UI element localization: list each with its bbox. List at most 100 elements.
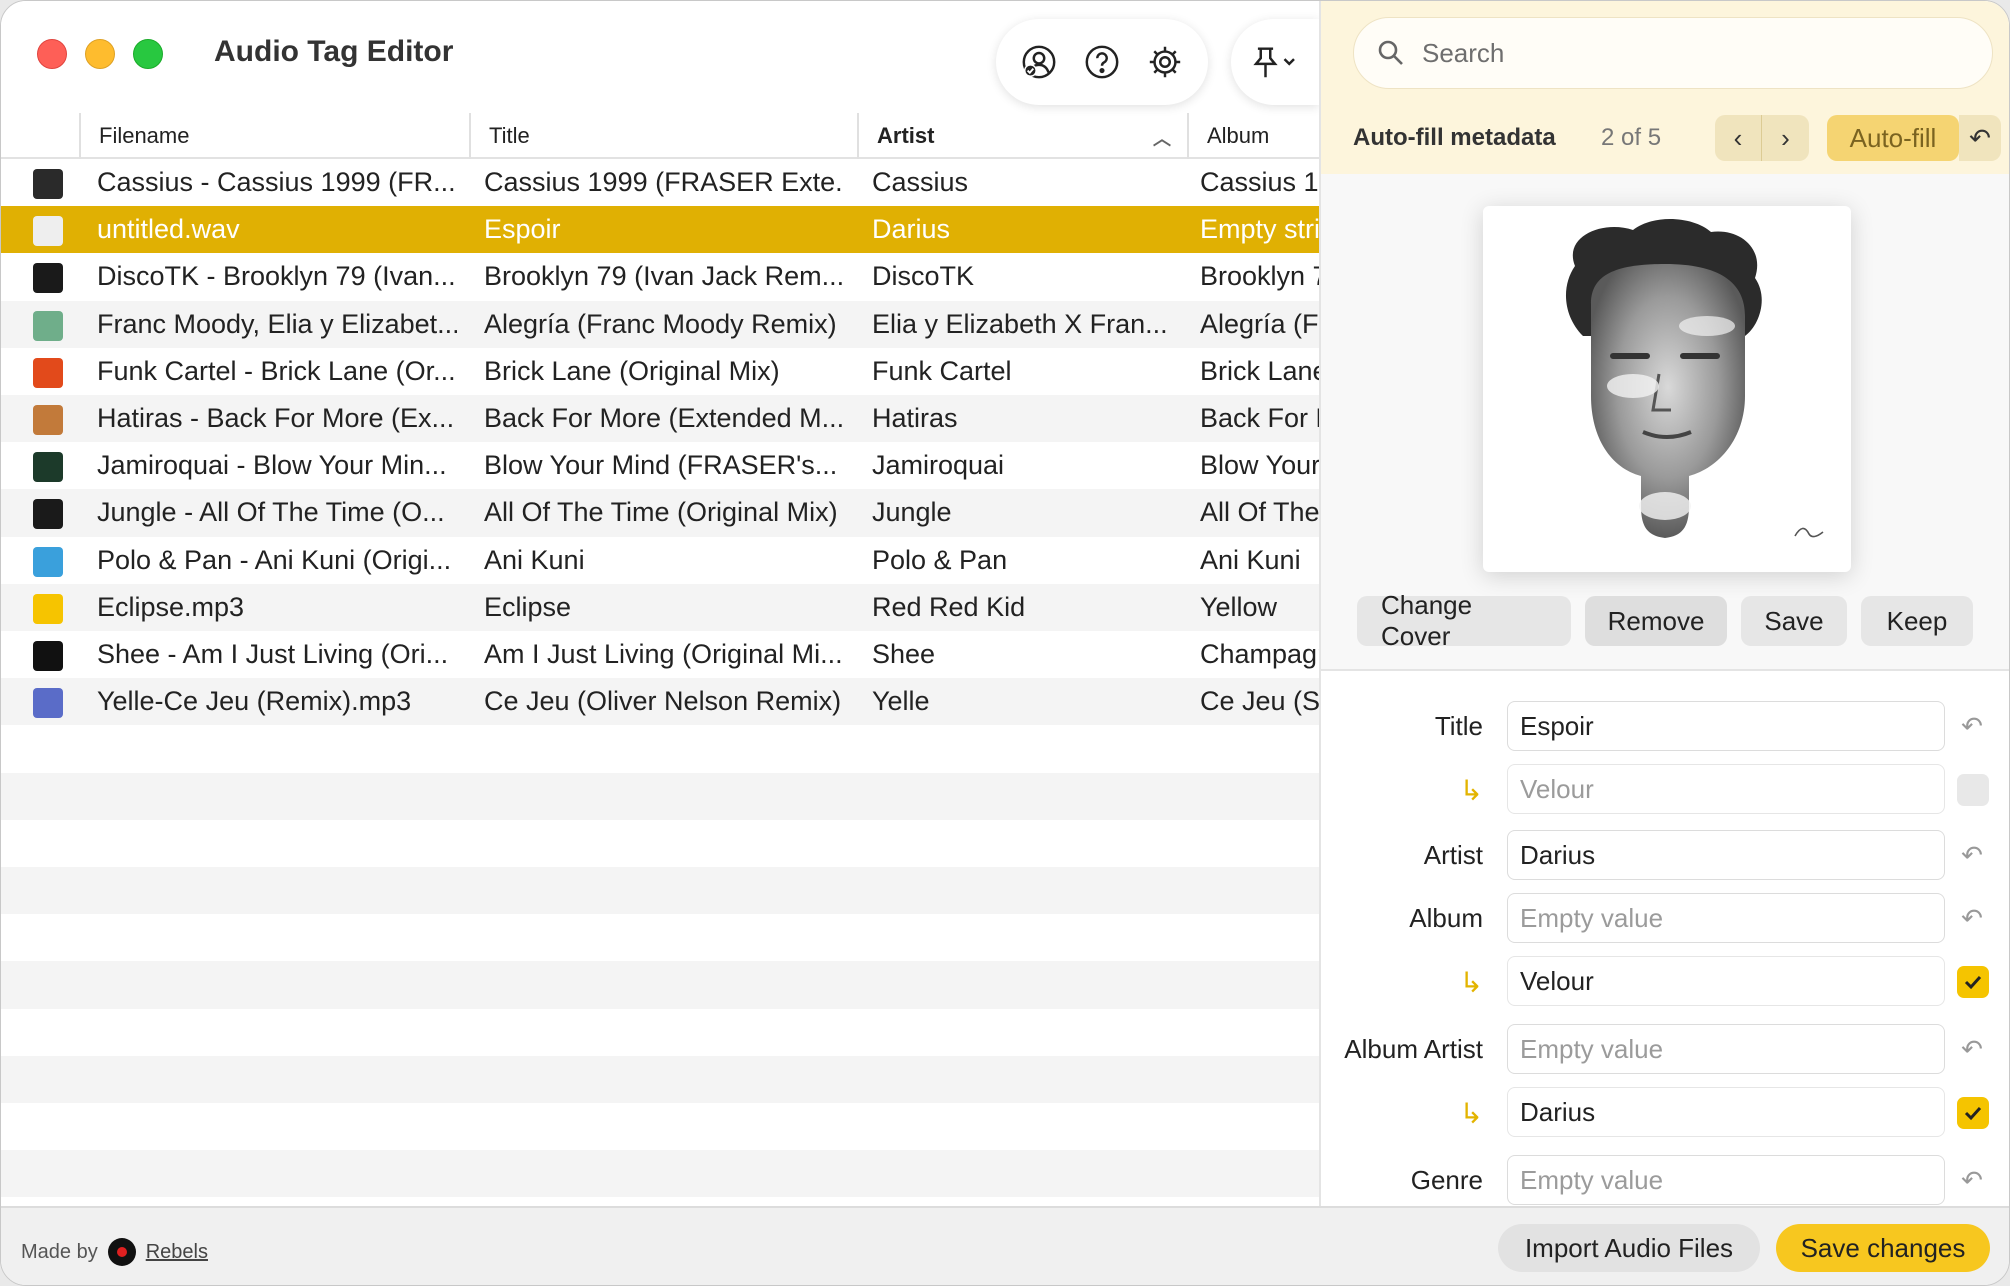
- cover-art-image: [1483, 206, 1851, 572]
- question-icon[interactable]: [1080, 40, 1124, 84]
- empty-row: [1, 819, 1319, 867]
- album-art-thumbnail-icon: [33, 216, 63, 247]
- app-title: Audio Tag Editor: [214, 35, 454, 68]
- save-changes-button[interactable]: Save changes: [1776, 1224, 1990, 1272]
- album-artist-revert-icon[interactable]: ↶: [1957, 1034, 1987, 1064]
- cell-artist: Shee: [872, 638, 936, 669]
- table-row[interactable]: Jamiroquai - Blow Your Min... Blow Your M…: [1, 442, 1319, 489]
- cell-title: Espoir: [484, 214, 561, 245]
- close-window-button[interactable]: [37, 39, 67, 69]
- album-art-thumbnail-icon: [33, 169, 63, 199]
- album-input[interactable]: Empty value: [1507, 893, 1945, 943]
- footer-bar: Made by Rebels Import Audio Files Save c…: [1, 1206, 2009, 1285]
- table-row[interactable]: Eclipse.mp3 Eclipse Red Red Kid Yellow: [1, 583, 1319, 631]
- remove-cover-button[interactable]: Remove: [1585, 596, 1727, 646]
- table-header: Filename Title Artist ︿ Album: [1, 113, 1319, 159]
- cover-actions: Change Cover Remove Save Keep: [1357, 590, 1973, 651]
- empty-row: [1, 772, 1319, 820]
- cell-album: All Of The: [1200, 497, 1319, 528]
- cell-album: Brooklyn 79: [1200, 261, 1319, 292]
- checkmark-icon: [1964, 975, 1982, 990]
- zoom-window-button[interactable]: [133, 39, 163, 69]
- genre-label: Genre: [1410, 1165, 1483, 1195]
- table-row[interactable]: Shee - Am I Just Living (Ori... Am I Just…: [1, 631, 1319, 678]
- cell-artist: Cassius: [872, 167, 969, 198]
- metadata-fields: Title Espoir ↶ ↳ Velour Artist Darius ↶ Album Emp…: [1321, 669, 2009, 1206]
- search-field[interactable]: [1353, 17, 1993, 89]
- cell-artist: Darius: [872, 214, 951, 245]
- cell-filename: Polo & Pan - Ani Kuni (Origi...: [97, 544, 452, 575]
- album-art-thumbnail-icon: [33, 452, 63, 483]
- cell-filename: Cassius - Cassius 1999 (FR...: [97, 167, 456, 198]
- autofill-count: 2 of 5: [1601, 124, 1662, 151]
- cell-artist: DiscoTK: [872, 261, 975, 292]
- cell-album: Blow Your: [1200, 450, 1319, 481]
- cell-title: Am I Just Living (Original Mi...: [484, 638, 843, 669]
- table-row[interactable]: untitled.wav Espoir Darius Empty string: [1, 206, 1319, 254]
- keep-cover-button[interactable]: Keep: [1861, 596, 1973, 646]
- column-header-title[interactable]: Title: [469, 113, 857, 159]
- artist-input[interactable]: Darius: [1507, 830, 1945, 880]
- genre-revert-icon[interactable]: ↶: [1957, 1165, 1987, 1195]
- cell-album: Cassius 1999: [1200, 167, 1319, 198]
- album-art-thumbnail-icon: [33, 546, 63, 577]
- album-artist-suggestion-input[interactable]: Darius: [1507, 1087, 1945, 1137]
- cell-artist: Hatiras: [872, 403, 958, 434]
- title-suggestion-checkbox[interactable]: [1957, 774, 1989, 806]
- cell-album: Champagne: [1200, 638, 1319, 669]
- gear-icon[interactable]: [1143, 40, 1187, 84]
- field-row-title-suggestion: ↳ Velour: [1321, 764, 2009, 816]
- album-art-thumbnail-icon: [33, 404, 63, 435]
- column-header-album[interactable]: Album: [1187, 113, 1319, 159]
- cell-artist: Funk Cartel: [872, 355, 1012, 386]
- empty-row: [1, 1103, 1319, 1151]
- field-row-album: Album Empty value ↶: [1321, 893, 2009, 945]
- table-row[interactable]: Polo & Pan - Ani Kuni (Origi... Ani Kuni P…: [1, 537, 1319, 584]
- column-header-artist[interactable]: Artist ︿: [857, 113, 1187, 159]
- table-row[interactable]: DiscoTK - Brooklyn 79 (Ivan... Brooklyn 7…: [1, 253, 1319, 300]
- title-revert-icon[interactable]: ↶: [1957, 711, 1987, 741]
- autofill-bar: Auto-fill metadata 2 of 5 ‹ › Auto-fill …: [1353, 113, 2001, 163]
- column-header-filename[interactable]: Filename: [79, 113, 469, 159]
- rebels-link[interactable]: Rebels: [146, 1241, 208, 1264]
- album-suggestion-checkbox[interactable]: [1957, 966, 1989, 998]
- album-suggestion-input[interactable]: Velour: [1507, 956, 1945, 1006]
- inspector-pane: Auto-fill metadata 2 of 5 ‹ › Auto-fill …: [1319, 1, 2009, 1206]
- cell-title: Ce Jeu (Oliver Nelson Remix): [484, 686, 842, 717]
- window-controls: [37, 39, 163, 69]
- previous-chevron-icon[interactable]: ‹: [1715, 115, 1762, 161]
- title-suggestion-input[interactable]: Velour: [1507, 764, 1945, 814]
- cell-title: All Of The Time (Original Mix): [484, 497, 838, 528]
- cover-art-section: Change Cover Remove Save Keep: [1321, 174, 2009, 669]
- minimize-window-button[interactable]: [85, 39, 115, 69]
- table-row[interactable]: Hatiras - Back For More (Ex... Back For M…: [1, 394, 1319, 443]
- checkmark-icon: [1964, 1106, 1982, 1121]
- artist-revert-icon[interactable]: ↶: [1957, 840, 1987, 870]
- pin-menu-button[interactable]: [1231, 19, 1319, 105]
- rebels-logo-icon: [107, 1238, 136, 1266]
- next-chevron-icon[interactable]: ›: [1762, 115, 1809, 161]
- album-artist-suggestion-checkbox[interactable]: [1957, 1097, 1989, 1129]
- made-by-label: Made by: [21, 1240, 98, 1263]
- import-audio-files-button[interactable]: Import Audio Files: [1498, 1224, 1760, 1272]
- autofill-button[interactable]: Auto-fill: [1827, 115, 1959, 161]
- change-cover-button[interactable]: Change Cover: [1357, 590, 1571, 651]
- album-revert-icon[interactable]: ↶: [1957, 903, 1987, 933]
- cell-artist: Polo & Pan: [872, 544, 1008, 575]
- artist-label: Artist: [1423, 840, 1483, 870]
- table-row[interactable]: Cassius - Cassius 1999 (FR... Cassius 199…: [1, 159, 1319, 206]
- title-input[interactable]: Espoir: [1507, 701, 1945, 751]
- autofill-undo-icon[interactable]: ↶: [1959, 115, 2001, 161]
- sort-ascending-icon: ︿: [1153, 129, 1171, 149]
- search-input[interactable]: [1422, 37, 1962, 69]
- person-check-icon[interactable]: [1017, 40, 1061, 84]
- table-row[interactable]: Franc Moody, Elia y Elizabet... Alegría (…: [1, 300, 1319, 348]
- album-artist-input[interactable]: Empty value: [1507, 1024, 1945, 1074]
- file-table-body: Cassius - Cassius 1999 (FR... Cassius 199…: [1, 159, 1319, 1198]
- table-row[interactable]: Funk Cartel - Brick Lane (Or... Brick Lan…: [1, 348, 1319, 395]
- album-art-thumbnail-icon: [33, 688, 63, 719]
- table-row[interactable]: Jungle - All Of The Time (O... All Of The…: [1, 489, 1319, 537]
- table-row[interactable]: Yelle-Ce Jeu (Remix).mp3 Ce Jeu (Oliver N…: [1, 678, 1319, 726]
- save-cover-button[interactable]: Save: [1741, 596, 1847, 646]
- genre-input[interactable]: Empty value: [1507, 1155, 1945, 1205]
